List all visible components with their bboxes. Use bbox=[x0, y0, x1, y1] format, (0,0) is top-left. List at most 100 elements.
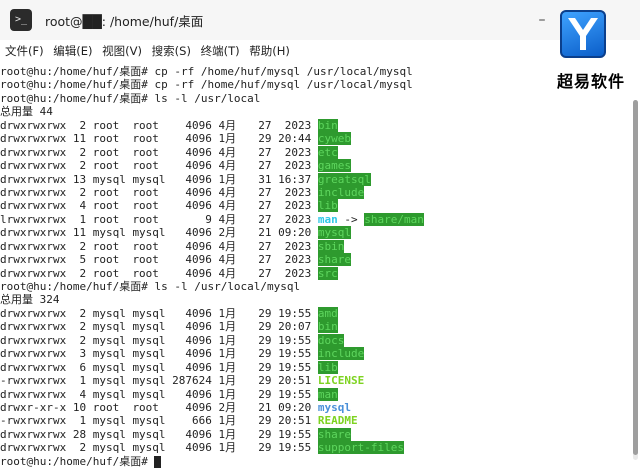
file-time: 20:44 bbox=[278, 132, 312, 146]
file-time: 2023 bbox=[284, 239, 312, 253]
file-name: mysql bbox=[317, 226, 351, 240]
file-group: mysql bbox=[132, 374, 166, 388]
file-entry-row: drwxrwxrwx 2 root root 4096 4月 27 2023 includ… bbox=[0, 185, 630, 199]
file-owner: mysql bbox=[92, 333, 126, 347]
menu-bar: 文件(F) 编辑(E) 视图(V) 搜索(S) 终端(T) 帮助(H) bbox=[0, 43, 291, 63]
file-group: root bbox=[132, 212, 159, 226]
file-entry-row: drwxrwxrwx 2 root root 4096 4月 27 2023 sbin bbox=[0, 239, 630, 253]
file-month: 4月 bbox=[218, 118, 237, 132]
file-owner: mysql bbox=[92, 347, 126, 361]
file-permissions: drwxrwxrwx bbox=[0, 118, 67, 132]
file-name: lib bbox=[317, 199, 338, 213]
file-entry-row: -rwxrwxrwx 1 mysql mysql 287624 1月 29 20:51 L… bbox=[0, 374, 630, 387]
file-group: mysql bbox=[132, 172, 166, 186]
file-permissions: drwxrwxrwx bbox=[0, 387, 67, 401]
file-permissions: -rwxrwxrwx bbox=[0, 374, 67, 388]
file-permissions: drwxrwxrwx bbox=[0, 266, 67, 280]
file-link-count: 10 bbox=[72, 400, 87, 414]
file-time: 2023 bbox=[284, 145, 312, 159]
file-owner: root bbox=[92, 159, 120, 173]
file-month: 1月 bbox=[218, 172, 237, 186]
file-day: 27 bbox=[258, 159, 272, 173]
file-day: 27 bbox=[258, 239, 272, 253]
file-group: root bbox=[132, 132, 159, 146]
file-month: 1月 bbox=[218, 374, 237, 388]
file-size: 4096 bbox=[185, 226, 212, 240]
file-name: README bbox=[317, 414, 358, 428]
command-line: root@hu:/home/huf/桌面# ls -l /usr/local bbox=[0, 92, 630, 105]
file-entry-row: drwxrwxrwx 28 mysql mysql 4096 1月 29 19:55 sh… bbox=[0, 427, 630, 441]
menu-file[interactable]: 文件(F) bbox=[5, 43, 44, 59]
file-entry-row: drwxrwxrwx 2 root root 4096 4月 27 2023 etc bbox=[0, 145, 630, 159]
file-day: 27 bbox=[258, 145, 272, 159]
file-time: 19:55 bbox=[278, 427, 312, 441]
menu-help[interactable]: 帮助(H) bbox=[249, 43, 290, 59]
file-permissions: drwxr-xr-x bbox=[0, 400, 67, 414]
file-owner: root bbox=[92, 199, 120, 213]
file-name: include bbox=[317, 347, 365, 361]
file-size: 4096 bbox=[185, 199, 212, 213]
file-day: 29 bbox=[258, 347, 272, 361]
file-time: 20:51 bbox=[278, 374, 312, 388]
file-owner: root bbox=[92, 239, 120, 253]
file-link-count: 11 bbox=[72, 226, 87, 240]
file-link-count: 28 bbox=[72, 427, 87, 441]
file-entry-row: drwxrwxrwx 2 mysql mysql 4096 1月 29 20:07 bin bbox=[0, 320, 630, 334]
command-text: ls -l /usr/local/mysql bbox=[147, 280, 301, 293]
file-entry-row: drwxrwxrwx 2 root root 4096 4月 27 2023 bin bbox=[0, 118, 630, 132]
file-owner: root bbox=[92, 132, 120, 146]
menu-search[interactable]: 搜索(S) bbox=[152, 43, 191, 59]
file-month: 1月 bbox=[218, 132, 237, 146]
brand-logo-icon bbox=[560, 10, 606, 58]
file-link-count: 4 bbox=[79, 387, 87, 401]
menu-edit[interactable]: 编辑(E) bbox=[53, 43, 92, 59]
file-permissions: drwxrwxrwx bbox=[0, 226, 67, 240]
file-permissions: -rwxrwxrwx bbox=[0, 414, 67, 428]
file-group: root bbox=[132, 145, 159, 159]
file-entry-row: drwxrwxrwx 4 mysql mysql 4096 1月 29 19:55 man bbox=[0, 387, 630, 401]
output-text: 总用量 44 bbox=[0, 105, 53, 119]
file-group: mysql bbox=[132, 226, 166, 240]
file-entry-row: drwxrwxrwx 2 mysql mysql 4096 1月 29 19:55 sup… bbox=[0, 441, 630, 455]
file-size: 287624 bbox=[172, 374, 212, 388]
file-link-count: 2 bbox=[79, 333, 87, 347]
file-link-count: 1 bbox=[79, 212, 87, 226]
file-size: 4096 bbox=[185, 185, 212, 199]
file-day: 29 bbox=[258, 132, 272, 146]
file-time: 20:07 bbox=[278, 320, 312, 334]
symlink-target: share/man bbox=[364, 212, 424, 226]
menu-view[interactable]: 视图(V) bbox=[102, 43, 142, 59]
file-size: 4096 bbox=[185, 132, 212, 146]
file-link-count: 2 bbox=[79, 145, 87, 159]
file-time: 19:55 bbox=[278, 306, 312, 320]
file-month: 4月 bbox=[218, 199, 237, 213]
file-name: LICENSE bbox=[317, 374, 365, 388]
file-entry-row: drwxrwxrwx 4 root root 4096 4月 27 2023 lib bbox=[0, 199, 630, 213]
file-day: 29 bbox=[258, 306, 272, 320]
file-permissions: drwxrwxrwx bbox=[0, 360, 67, 374]
file-link-count: 13 bbox=[72, 172, 87, 186]
file-link-count: 11 bbox=[72, 132, 87, 146]
file-group: root bbox=[132, 159, 159, 173]
file-size: 4096 bbox=[185, 145, 212, 159]
file-size: 4096 bbox=[185, 427, 212, 441]
file-owner: root bbox=[92, 400, 120, 414]
file-size: 4096 bbox=[185, 400, 212, 414]
file-time: 19:55 bbox=[278, 333, 312, 347]
file-entry-row: drwxrwxrwx 2 mysql mysql 4096 1月 29 19:55 doc… bbox=[0, 333, 630, 347]
file-entry-row: drwxrwxrwx 2 root root 4096 4月 27 2023 src bbox=[0, 266, 630, 280]
file-name: bin bbox=[317, 118, 338, 132]
file-day: 27 bbox=[258, 212, 272, 226]
terminal-scrollbar[interactable] bbox=[633, 100, 638, 460]
file-name: lib bbox=[317, 360, 338, 374]
file-time: 2023 bbox=[284, 199, 312, 213]
file-group: mysql bbox=[132, 306, 166, 320]
terminal-output[interactable]: root@hu:/home/huf/桌面# cp -rf /home/huf/m… bbox=[0, 65, 630, 468]
scrollbar-thumb[interactable] bbox=[633, 100, 638, 455]
file-group: root bbox=[132, 253, 159, 267]
file-name: games bbox=[317, 159, 351, 173]
file-permissions: drwxrwxrwx bbox=[0, 306, 67, 320]
menu-terminal[interactable]: 终端(T) bbox=[201, 43, 240, 59]
file-month: 1月 bbox=[218, 427, 237, 441]
file-group: root bbox=[132, 185, 159, 199]
